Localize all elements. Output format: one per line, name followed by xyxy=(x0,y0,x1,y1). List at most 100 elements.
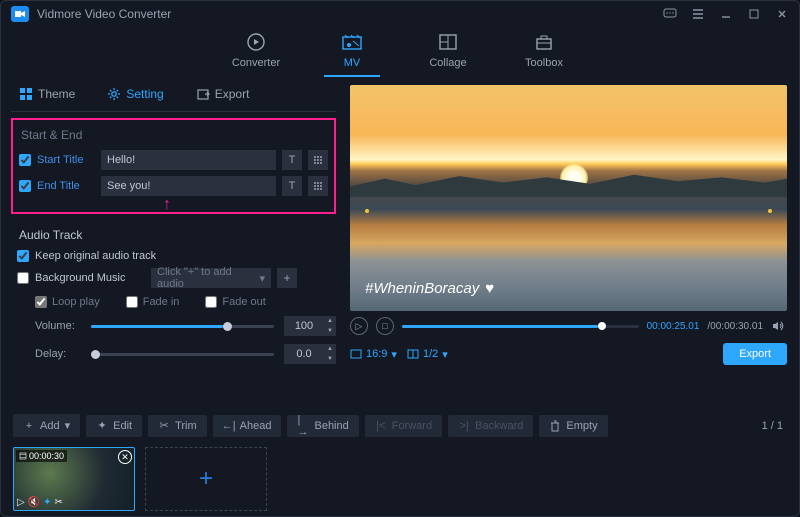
heart-icon: ♥ xyxy=(485,280,494,297)
aspect-value: 16:9 xyxy=(366,348,387,360)
fadeout-label: Fade out xyxy=(222,296,265,308)
delay-label: Delay: xyxy=(35,348,81,360)
mode-converter[interactable]: Converter xyxy=(228,31,284,77)
volume-slider[interactable] xyxy=(91,325,274,328)
zoom-value: 1/2 xyxy=(423,348,438,360)
chevron-down-icon: ▾ xyxy=(259,272,265,285)
forward-icon: |< xyxy=(375,420,387,432)
play-icon[interactable]: ▷ xyxy=(17,497,25,508)
export-button[interactable]: Export xyxy=(723,343,787,365)
tab-label: Export xyxy=(215,87,250,101)
app-logo xyxy=(11,6,29,22)
tab-export[interactable]: Export xyxy=(188,83,258,105)
empty-button[interactable]: Empty xyxy=(539,415,607,437)
chevron-down-icon: ▾ xyxy=(391,348,397,361)
grid-button[interactable] xyxy=(308,150,328,170)
spin-up-icon[interactable]: ▲ xyxy=(324,344,336,354)
add-audio-button[interactable]: + xyxy=(277,268,297,288)
text-style-button[interactable]: T xyxy=(282,176,302,196)
add-button[interactable]: +Add▾ xyxy=(13,414,80,437)
trim-button[interactable]: ✂Trim xyxy=(148,415,207,437)
clip-remove-button[interactable]: ✕ xyxy=(118,450,132,464)
start-title-input[interactable] xyxy=(101,150,276,170)
settings-tabrow: Theme Setting Export xyxy=(11,77,336,112)
left-panel: Theme Setting Export Start & End Start T… xyxy=(1,77,346,404)
spin-down-icon[interactable]: ▼ xyxy=(324,354,336,364)
trim-icon[interactable]: ✂ xyxy=(55,497,63,508)
maximize-icon[interactable] xyxy=(747,7,761,21)
forward-button[interactable]: |<Forward xyxy=(365,415,442,437)
fadein-label: Fade in xyxy=(143,296,180,308)
play-button[interactable]: ▷ xyxy=(350,317,368,335)
background-checkbox[interactable] xyxy=(17,272,29,284)
marker-dot xyxy=(365,209,369,213)
film-icon xyxy=(19,452,27,460)
keep-original-label: Keep original audio track xyxy=(35,250,156,262)
mode-collage[interactable]: Collage xyxy=(420,31,476,77)
backward-button[interactable]: >|Backward xyxy=(448,415,533,437)
background-music-row: Background Music Click "+" to add audio … xyxy=(17,268,336,288)
zoom-dropdown[interactable]: 1/2 ▾ xyxy=(407,348,448,361)
caption-text: #WheninBoracay xyxy=(365,280,479,297)
start-title-checkbox[interactable] xyxy=(19,154,31,166)
fadeout-checkbox[interactable] xyxy=(205,296,217,308)
stop-button[interactable]: □ xyxy=(376,317,394,335)
delay-slider[interactable] xyxy=(91,353,274,356)
fadein-checkbox[interactable] xyxy=(126,296,138,308)
spin-up-icon[interactable]: ▲ xyxy=(324,316,336,326)
audio-dropdown[interactable]: Click "+" to add audio ▾ xyxy=(151,268,271,288)
backward-icon: >| xyxy=(458,420,470,432)
behind-button[interactable]: |→Behind xyxy=(287,415,358,437)
clip-thumbnail[interactable]: 00:00:30 ✕ ▷ 🔇 ✦ ✂ xyxy=(13,447,135,511)
mute-icon[interactable]: 🔇 xyxy=(28,497,40,508)
delay-value: 0.0 xyxy=(284,348,324,360)
end-title-checkbox[interactable] xyxy=(19,180,31,192)
volume-spinner[interactable]: 100 ▲▼ xyxy=(284,316,336,336)
preview-caption: #WheninBoracay ♥ xyxy=(365,280,494,297)
minimize-icon[interactable] xyxy=(719,7,733,21)
clip-action-icons: ▷ 🔇 ✦ ✂ xyxy=(17,497,63,508)
grid-button[interactable] xyxy=(308,176,328,196)
loop-checkbox[interactable] xyxy=(35,296,47,308)
volume-label: Volume: xyxy=(35,320,81,332)
tab-label: Setting xyxy=(126,87,163,101)
menu-icon[interactable] xyxy=(691,7,705,21)
section-title: Audio Track xyxy=(19,228,336,242)
tab-theme[interactable]: Theme xyxy=(11,83,83,105)
tab-setting[interactable]: Setting xyxy=(99,83,171,105)
annotation-arrow-icon: ↑ xyxy=(163,196,171,214)
ahead-button[interactable]: ←|Ahead xyxy=(213,415,282,437)
clip-toolbar: +Add▾ ✦Edit ✂Trim ←|Ahead |→Behind |<For… xyxy=(1,404,799,447)
wand-icon: ✦ xyxy=(96,420,108,432)
dropdown-placeholder: Click "+" to add audio xyxy=(157,266,259,290)
playback-options-row: Loop play Fade in Fade out xyxy=(17,296,336,308)
edit-button[interactable]: ✦Edit xyxy=(86,415,142,437)
start-title-label: Start Title xyxy=(37,154,95,166)
start-end-section: Start & End Start Title T End Title T ↑ xyxy=(11,118,336,214)
spin-down-icon[interactable]: ▼ xyxy=(324,326,336,336)
volume-row: Volume: 100 ▲▼ xyxy=(17,316,336,336)
end-title-input[interactable] xyxy=(101,176,276,196)
time-total: /00:00:30.01 xyxy=(707,321,763,332)
end-title-label: End Title xyxy=(37,180,95,192)
mode-label: MV xyxy=(344,57,361,69)
feedback-icon[interactable] xyxy=(663,7,677,21)
effects-icon[interactable]: ✦ xyxy=(43,497,51,508)
volume-icon[interactable] xyxy=(771,319,787,333)
close-icon[interactable] xyxy=(775,7,789,21)
keep-original-row: Keep original audio track xyxy=(17,250,336,262)
add-clip-slot[interactable]: + xyxy=(145,447,267,511)
keep-original-checkbox[interactable] xyxy=(17,250,29,262)
page-indicator: 1 / 1 xyxy=(762,420,783,432)
ahead-icon: ←| xyxy=(223,420,235,432)
mode-mv[interactable]: MV xyxy=(324,31,380,77)
delay-spinner[interactable]: 0.0 ▲▼ xyxy=(284,344,336,364)
video-preview[interactable]: #WheninBoracay ♥ xyxy=(350,85,787,311)
clip-tray: 00:00:30 ✕ ▷ 🔇 ✦ ✂ + xyxy=(1,447,799,511)
aspect-dropdown[interactable]: 16:9 ▾ xyxy=(350,348,397,361)
progress-slider[interactable] xyxy=(402,325,639,328)
text-style-button[interactable]: T xyxy=(282,150,302,170)
end-title-row: End Title T xyxy=(19,176,328,196)
trash-icon xyxy=(549,420,561,432)
mode-toolbox[interactable]: Toolbox xyxy=(516,31,572,77)
